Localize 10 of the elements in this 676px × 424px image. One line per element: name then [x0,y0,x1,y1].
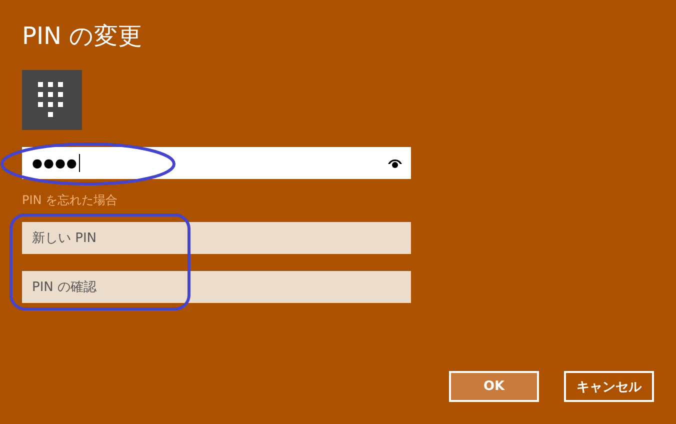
cancel-button[interactable]: キャンセル [564,371,654,402]
confirm-pin-field[interactable]: PIN の確認 [22,271,411,303]
forgot-pin-link[interactable]: PIN を忘れた場合 [22,192,118,209]
pin-value: ●●●● [32,154,80,172]
eye-icon[interactable] [387,157,403,169]
pin-field[interactable]: ●●●● [22,147,411,179]
keypad-icon [22,70,82,130]
dialog-title: PIN の変更 [22,21,144,52]
new-pin-field[interactable]: 新しい PIN [22,222,411,254]
ok-button[interactable]: OK [449,371,539,402]
